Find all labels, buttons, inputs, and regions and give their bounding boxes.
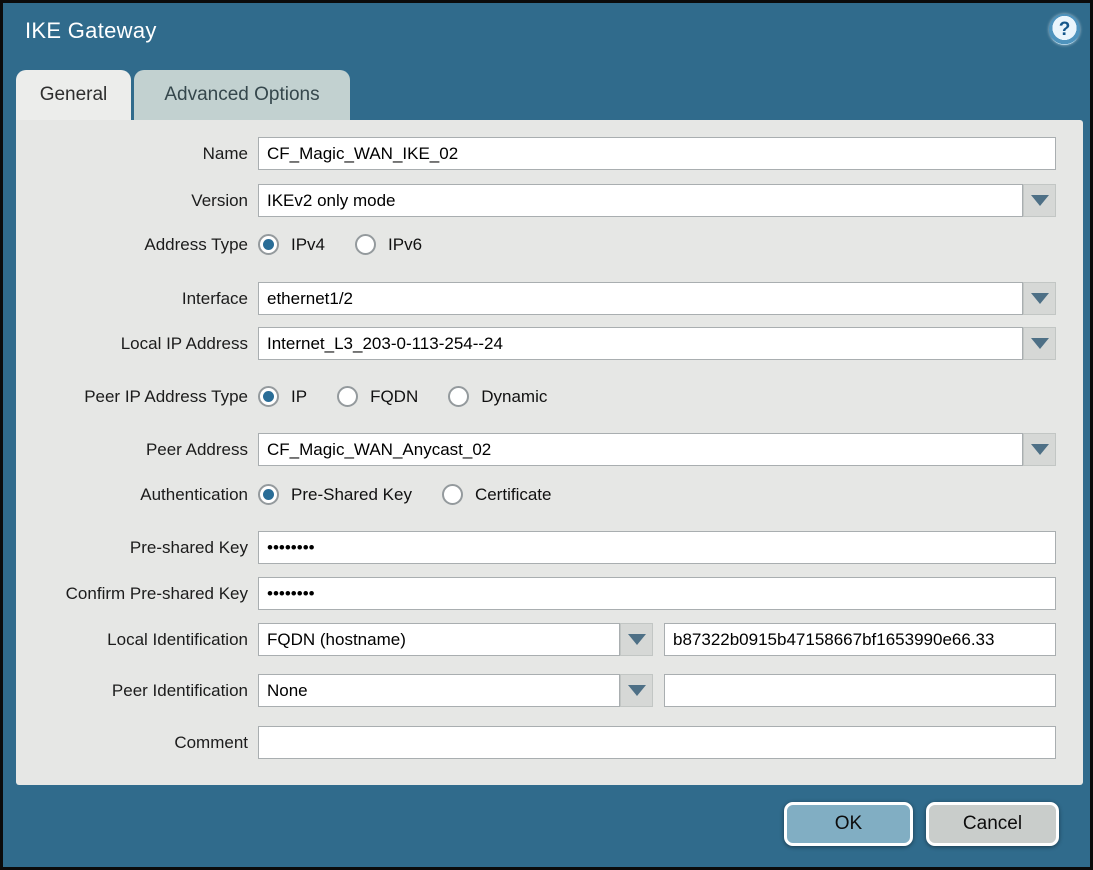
confirm-pre-shared-key-row: Confirm Pre-shared Key [16,577,1056,610]
version-dropdown-button[interactable] [1023,184,1056,217]
interface-dropdown-button[interactable] [1023,282,1056,315]
radio-ip-label: IP [291,387,307,407]
local-ip-address-dropdown-button[interactable] [1023,327,1056,360]
peer-ip-type-ip-option[interactable]: IP [258,386,307,407]
local-ip-address-select-value[interactable] [258,327,1023,360]
name-label: Name [16,144,258,164]
chevron-down-icon [1031,444,1049,455]
tab-general[interactable]: General [16,70,131,120]
pre-shared-key-input[interactable] [258,531,1056,564]
dialog-title: IKE Gateway [25,18,157,44]
ok-button[interactable]: OK [784,802,913,846]
radio-ipv6-label: IPv6 [388,235,422,255]
local-identification-value-input[interactable] [664,623,1056,656]
peer-address-dropdown-button[interactable] [1023,433,1056,466]
name-row: Name [16,137,1056,170]
confirm-pre-shared-key-label: Confirm Pre-shared Key [16,584,258,604]
peer-ip-type-fqdn-option[interactable]: FQDN [337,386,418,407]
peer-address-select-value[interactable] [258,433,1023,466]
comment-label: Comment [16,733,258,753]
radio-ip[interactable] [258,386,279,407]
local-ip-address-label: Local IP Address [16,334,258,354]
peer-identification-label: Peer Identification [16,681,258,701]
address-type-label: Address Type [16,235,258,255]
comment-row: Comment [16,726,1056,759]
version-row: Version [16,184,1056,217]
authentication-row: Authentication Pre-Shared Key Certificat… [16,478,581,511]
local-identification-type-select[interactable] [258,623,620,656]
local-identification-row: Local Identification [16,623,1056,656]
version-label: Version [16,191,258,211]
help-icon[interactable]: ? [1049,14,1080,45]
local-identification-dropdown-button[interactable] [620,623,653,656]
radio-ipv4[interactable] [258,234,279,255]
chevron-down-icon [1031,195,1049,206]
peer-identification-dropdown-button[interactable] [620,674,653,707]
radio-fqdn[interactable] [337,386,358,407]
peer-ip-address-type-row: Peer IP Address Type IP FQDN Dynamic [16,380,577,413]
peer-ip-type-dynamic-option[interactable]: Dynamic [448,386,547,407]
version-select-value[interactable] [258,184,1023,217]
radio-dynamic[interactable] [448,386,469,407]
radio-ipv4-label: IPv4 [291,235,325,255]
address-type-row: Address Type IPv4 IPv6 [16,228,452,261]
auth-pre-shared-key-option[interactable]: Pre-Shared Key [258,484,412,505]
cancel-button[interactable]: Cancel [926,802,1059,846]
chevron-down-icon [628,634,646,645]
radio-ipv6[interactable] [355,234,376,255]
radio-pre-shared-key[interactable] [258,484,279,505]
chevron-down-icon [628,685,646,696]
peer-identification-row: Peer Identification [16,674,1056,707]
confirm-pre-shared-key-input[interactable] [258,577,1056,610]
ike-gateway-dialog: IKE Gateway ? General Advanced Options N… [0,0,1093,870]
chevron-down-icon [1031,338,1049,349]
radio-pre-shared-key-label: Pre-Shared Key [291,485,412,505]
peer-ip-address-type-label: Peer IP Address Type [16,387,258,407]
radio-dynamic-label: Dynamic [481,387,547,407]
peer-address-row: Peer Address [16,433,1056,466]
peer-identification-type-select[interactable] [258,674,620,707]
tab-advanced-options[interactable]: Advanced Options [134,70,350,120]
pre-shared-key-label: Pre-shared Key [16,538,258,558]
interface-row: Interface [16,282,1056,315]
general-tab-panel: Name Version Address Type IPv4 [16,120,1083,785]
chevron-down-icon [1031,293,1049,304]
name-input[interactable] [258,137,1056,170]
tab-bar: General Advanced Options [16,70,350,120]
peer-address-label: Peer Address [16,440,258,460]
radio-fqdn-label: FQDN [370,387,418,407]
local-identification-label: Local Identification [16,630,258,650]
interface-select-value[interactable] [258,282,1023,315]
comment-input[interactable] [258,726,1056,759]
interface-label: Interface [16,289,258,309]
pre-shared-key-row: Pre-shared Key [16,531,1056,564]
peer-identification-value-input[interactable] [664,674,1056,707]
authentication-label: Authentication [16,485,258,505]
local-ip-address-row: Local IP Address [16,327,1056,360]
address-type-ipv4-option[interactable]: IPv4 [258,234,325,255]
radio-certificate[interactable] [442,484,463,505]
auth-certificate-option[interactable]: Certificate [442,484,552,505]
radio-certificate-label: Certificate [475,485,552,505]
address-type-ipv6-option[interactable]: IPv6 [355,234,422,255]
